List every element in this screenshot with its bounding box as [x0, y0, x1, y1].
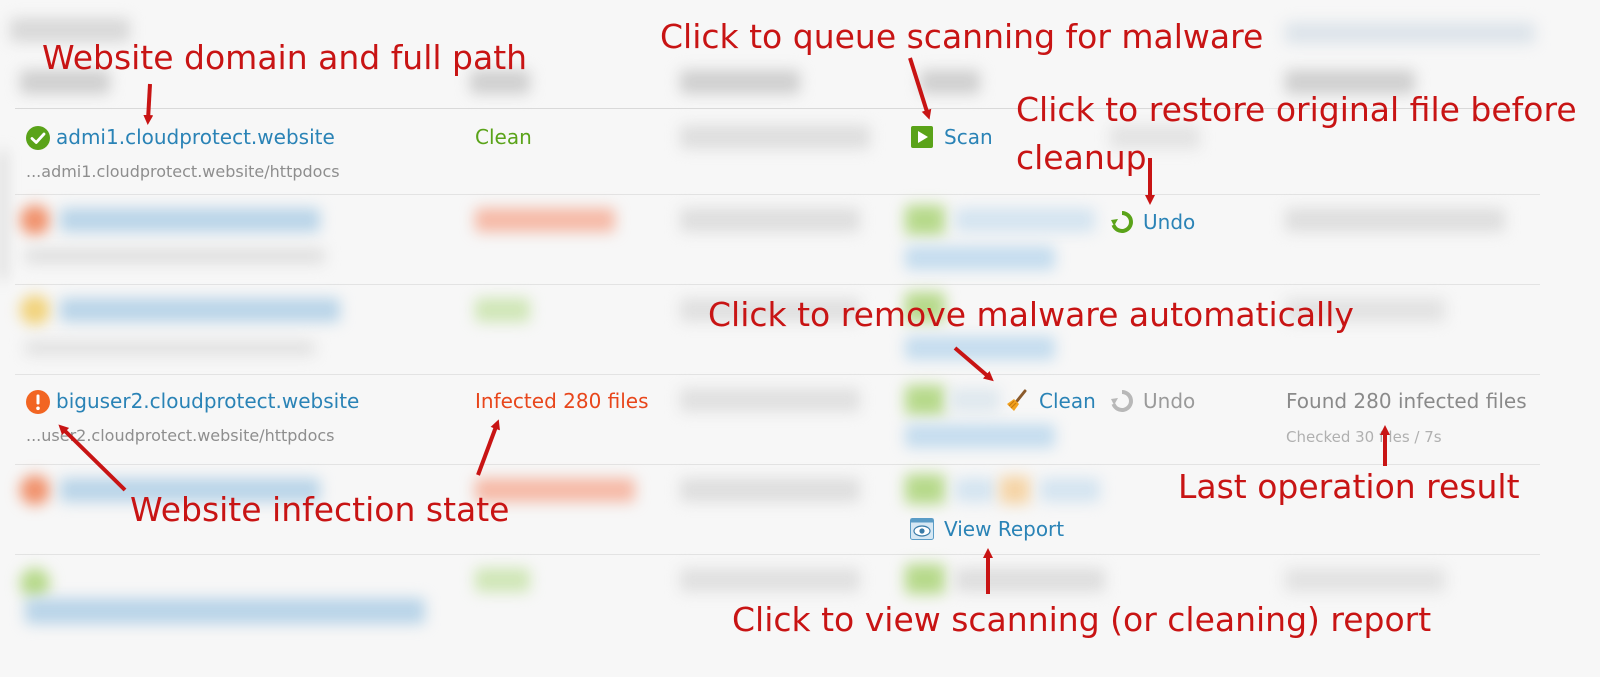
- arrow-clean: [953, 346, 994, 382]
- arrow-infection-domain: [58, 424, 127, 492]
- arrow-scan: [908, 57, 932, 120]
- arrow-infection-state: [476, 419, 500, 476]
- annotation-arrows: [58, 57, 1390, 594]
- arrow-domain: [143, 83, 154, 125]
